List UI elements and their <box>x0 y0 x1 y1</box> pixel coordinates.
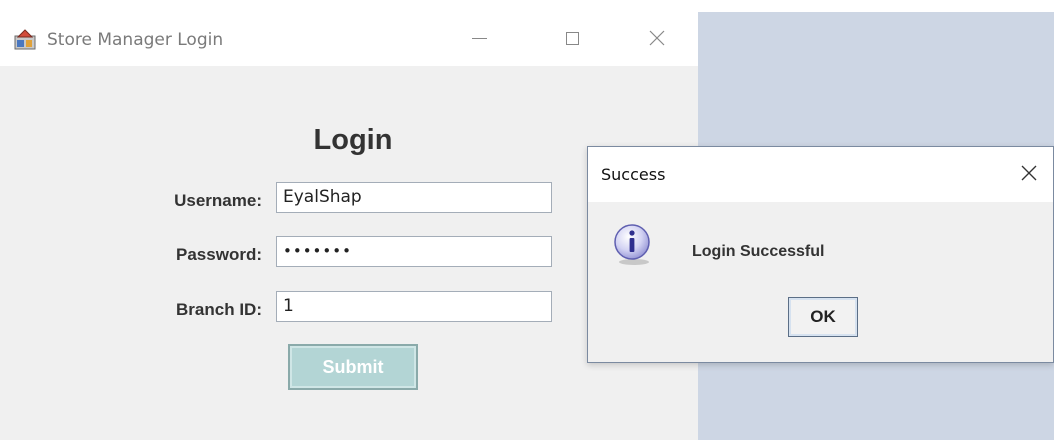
minimize-icon <box>471 37 487 39</box>
branch-id-field[interactable]: 1 <box>276 291 552 322</box>
branch-id-label: Branch ID: <box>176 300 262 319</box>
password-label: Password: <box>176 245 262 264</box>
minimize-button[interactable] <box>456 18 502 58</box>
window-title: Store Manager Login <box>47 30 224 50</box>
username-field[interactable]: EyalShap <box>276 182 552 213</box>
close-button[interactable] <box>634 18 680 58</box>
close-icon <box>649 30 665 46</box>
ok-button[interactable]: OK <box>788 297 858 337</box>
info-icon <box>614 224 650 265</box>
dialog-title-bar[interactable]: Success <box>588 147 1053 202</box>
maximize-button[interactable] <box>549 18 595 58</box>
submit-button[interactable]: Submit <box>288 344 418 390</box>
username-label: Username: <box>174 191 262 210</box>
dialog-message: Login Successful <box>692 243 825 260</box>
dialog-close-button[interactable] <box>1013 157 1045 189</box>
maximize-icon <box>565 31 579 45</box>
title-bar[interactable]: Store Manager Login <box>0 0 698 66</box>
dialog-title: Success <box>601 165 666 184</box>
success-dialog: Success Login Successful OK <box>587 146 1054 363</box>
java-app-icon <box>14 29 36 50</box>
close-icon <box>1021 165 1037 181</box>
password-field[interactable]: ••••••• <box>276 236 552 267</box>
